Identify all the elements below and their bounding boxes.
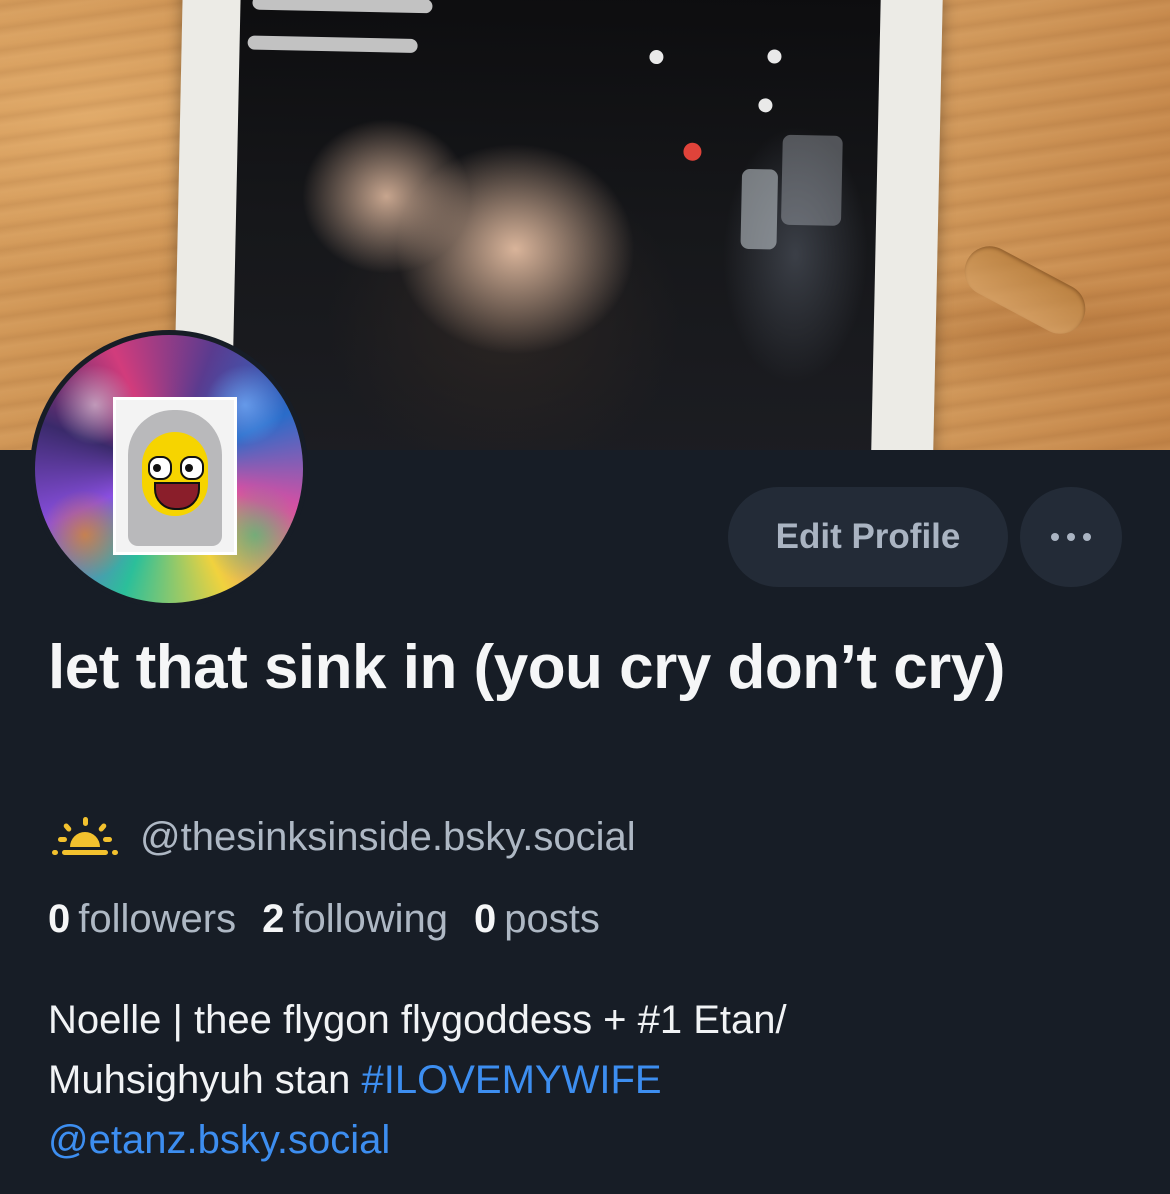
- hashtag-link[interactable]: #ILOVEMYWIFE: [362, 1058, 662, 1102]
- following-stat[interactable]: 2 following: [262, 897, 448, 942]
- followers-stat[interactable]: 0 followers: [48, 897, 236, 942]
- following-label: following: [292, 897, 448, 941]
- mention-link[interactable]: @etanz.bsky.social: [48, 1118, 390, 1162]
- eye-icon: [180, 456, 204, 480]
- ceiling-light-dot: [758, 98, 773, 113]
- posts-count: 0: [474, 897, 497, 941]
- profile-bio: Noelle | thee flygon flygoddess + #1 Eta…: [48, 990, 1128, 1170]
- bio-line: Noelle | thee flygon flygoddess + #1 Eta…: [48, 998, 787, 1042]
- profile-handle: @thesinksinside.bsky.social: [140, 814, 636, 859]
- ceiling-light: [247, 35, 418, 54]
- profile-avatar[interactable]: [30, 330, 308, 608]
- eye-icon: [148, 456, 172, 480]
- background-screen: [780, 134, 843, 226]
- bio-line: Muhsighyuh stan #ILOVEMYWIFE: [48, 1050, 1128, 1110]
- banner-photo: [231, 0, 881, 450]
- avatar-image: [35, 335, 303, 603]
- handle-row: @thesinksinside.bsky.social: [48, 812, 636, 862]
- more-options-button[interactable]: [1020, 487, 1122, 587]
- background-light: [740, 168, 779, 250]
- profile-stats: 0 followers 2 following 0 posts: [48, 897, 600, 942]
- avatar-id-photo: [113, 397, 237, 555]
- ceiling-light-dot: [649, 49, 664, 65]
- posts-label: posts: [504, 897, 600, 941]
- followers-count: 0: [48, 897, 71, 941]
- ceiling-light-dot: [767, 49, 782, 64]
- sunrise-icon: [52, 817, 118, 855]
- awesome-face-icon: [142, 432, 208, 516]
- display-name: let that sink in (you cry don’t cry): [48, 633, 1005, 702]
- ceiling-light: [252, 0, 433, 14]
- bio-line: @etanz.bsky.social: [48, 1110, 1128, 1170]
- bio-text: Muhsighyuh stan: [48, 1058, 362, 1102]
- red-light-dot: [683, 142, 702, 161]
- mouth-icon: [154, 482, 200, 510]
- posts-stat: 0 posts: [474, 897, 600, 942]
- following-count: 2: [262, 897, 285, 941]
- edit-profile-button[interactable]: Edit Profile: [728, 487, 1008, 587]
- followers-label: followers: [78, 897, 237, 941]
- ellipsis-icon: [1051, 533, 1091, 541]
